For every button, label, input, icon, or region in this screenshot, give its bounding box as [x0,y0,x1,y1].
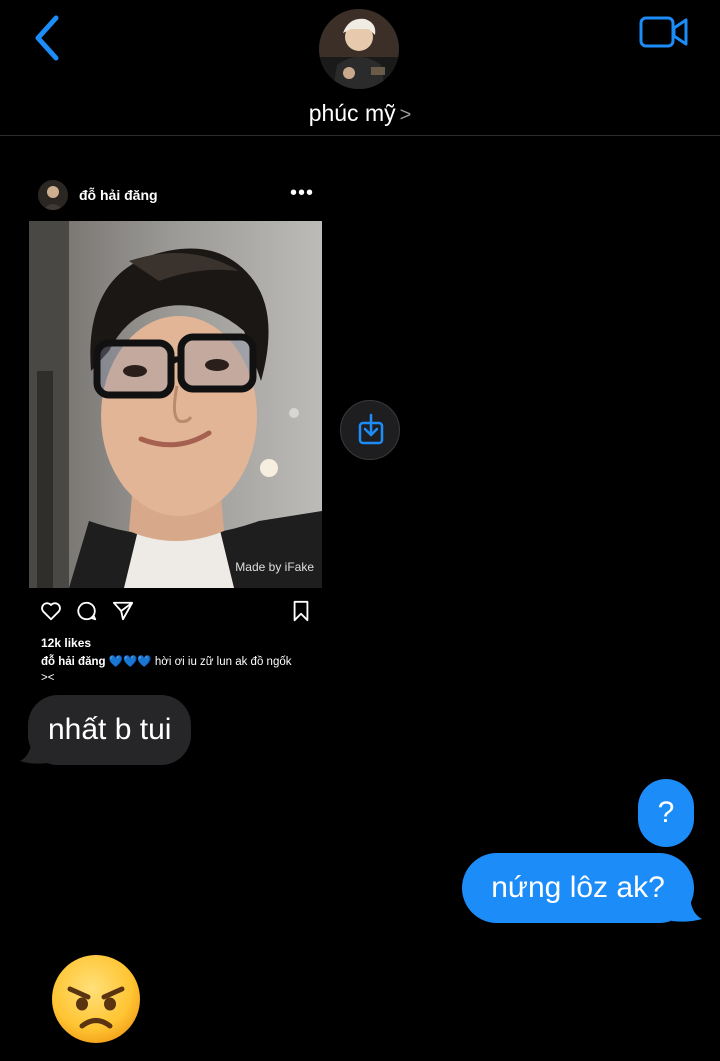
profile-photo-icon [319,9,399,89]
avatar-icon [38,180,68,210]
post-photo[interactable]: Made by iFake [29,221,322,588]
contact-avatar[interactable] [319,9,399,89]
video-call-button[interactable] [638,14,690,52]
download-share-icon [358,413,384,445]
angry-face-emoji-icon[interactable] [50,953,142,1045]
message-outgoing[interactable]: nứng lôz ak? [462,853,694,923]
post-caption: đỗ hải đăng 💙💙💙 hời ơi iu zữ lun ak đồ n… [41,654,321,686]
message-incoming[interactable]: nhất b tui [28,695,192,765]
share-post-button[interactable] [340,400,400,460]
angry-face-icon [52,955,140,1043]
caption-text: hời ơi iu zữ lun ak đồ ngốk [154,656,292,668]
back-chevron-icon [35,15,59,61]
bookmark-icon[interactable] [290,600,312,622]
message-outgoing[interactable]: ? [638,779,694,847]
caption-emojis: 💙💙💙 [108,656,152,668]
contact-name: phúc mỹ [308,100,396,126]
likes-count[interactable]: 12k likes [41,636,91,650]
contact-name-link[interactable]: phúc mỹ > [0,100,720,127]
caption-text-2: >< [41,672,55,684]
send-share-icon[interactable] [112,600,134,622]
chevron-right-icon: > [399,104,412,126]
video-camera-icon [639,16,688,48]
portrait-photo [29,221,322,588]
caption-username[interactable]: đỗ hải đăng [41,656,106,668]
header-divider [0,135,720,136]
comment-icon[interactable] [76,600,98,622]
post-username[interactable]: đỗ hải đăng [79,187,158,203]
post-author-avatar[interactable] [38,180,68,210]
back-button[interactable] [30,14,66,66]
more-options-icon[interactable]: ••• [290,182,314,205]
like-heart-icon[interactable] [40,600,62,622]
watermark: Made by iFake [235,560,314,574]
